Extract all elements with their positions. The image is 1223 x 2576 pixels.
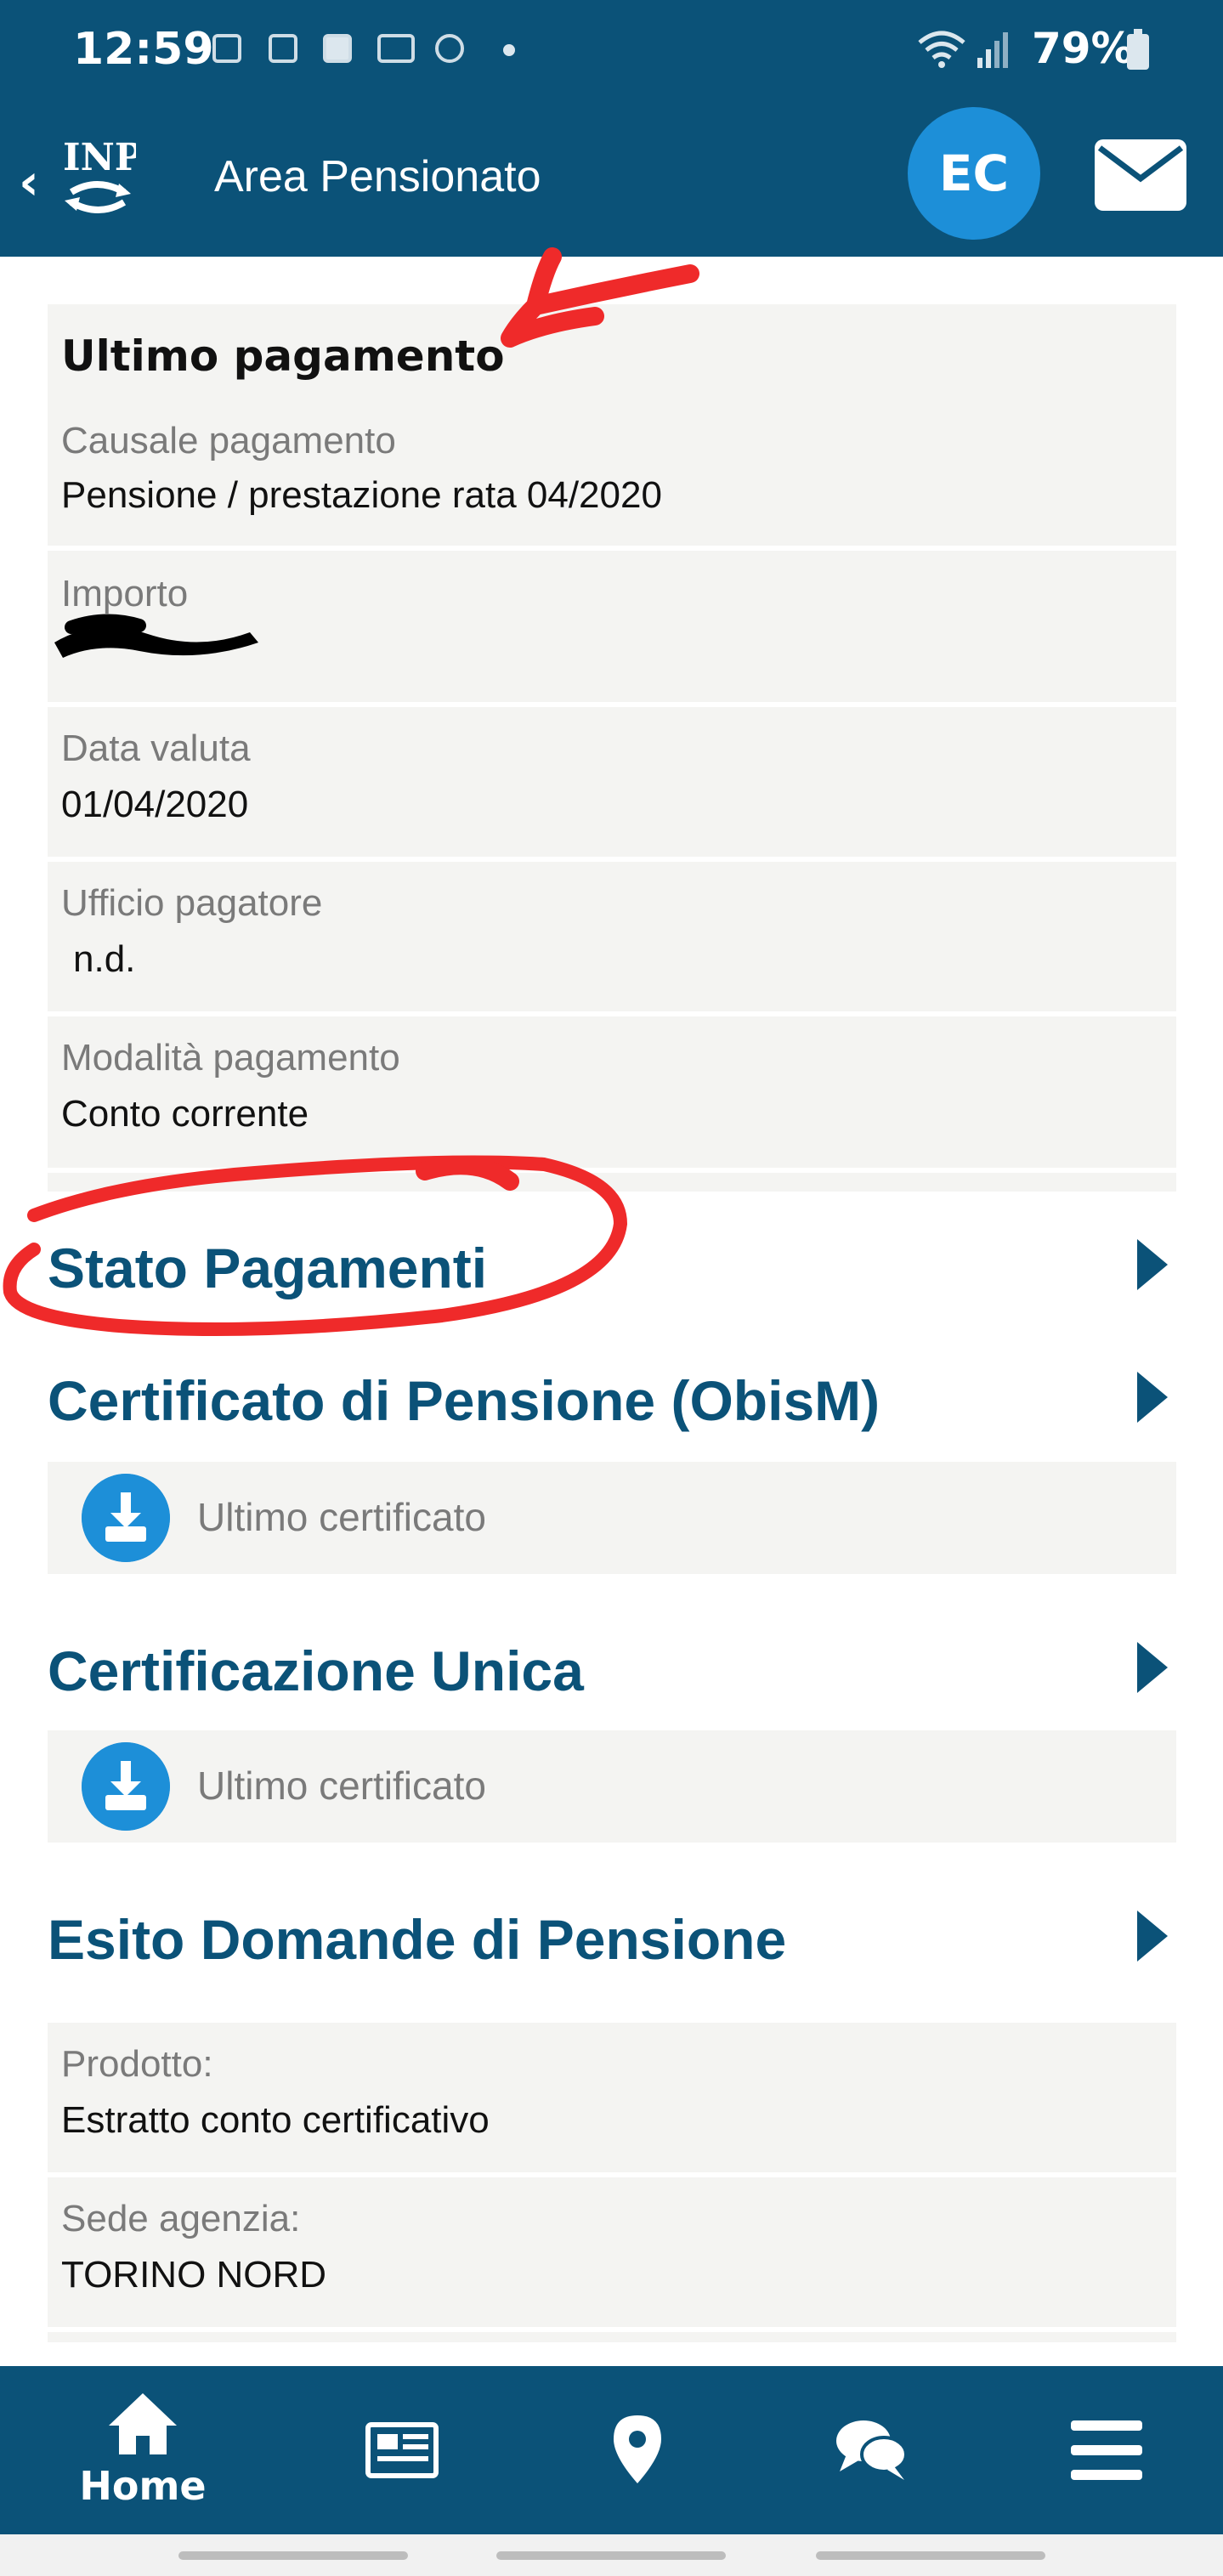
- home-icon: [109, 2393, 177, 2454]
- field-prodotto: Prodotto: Estratto conto certificativo: [48, 2023, 1176, 2172]
- section-title: Stato Pagamenti: [48, 1237, 488, 1299]
- section-esito-domande[interactable]: Esito Domande di Pensione: [48, 1887, 1176, 1989]
- mail-icon[interactable]: [1095, 139, 1186, 211]
- field-data-valuta: Data valuta 01/04/2020: [48, 707, 1176, 857]
- field-modalita: Modalità pagamento Conto corrente: [48, 1016, 1176, 1168]
- caret-right-icon[interactable]: [1137, 1372, 1168, 1423]
- chevron-left-icon[interactable]: ‹: [19, 153, 39, 211]
- redaction-scribble: [54, 614, 258, 658]
- download-ultimo-certificato-cu[interactable]: Ultimo certificato: [48, 1730, 1176, 1843]
- card-footer: [48, 2332, 1176, 2342]
- caret-right-icon[interactable]: [1137, 1642, 1168, 1693]
- status-time: 12:59: [73, 24, 214, 75]
- app-bar: ‹ INPS Area Pensionato EC: [0, 102, 1223, 257]
- page-title: Area Pensionato: [214, 152, 541, 201]
- gesture-handle[interactable]: [178, 2551, 408, 2560]
- inps-logo[interactable]: INPS: [59, 121, 136, 224]
- chat-icon: [836, 2420, 908, 2480]
- field-label: Sede agenzia:: [61, 2198, 301, 2239]
- top-bar: 12:59 79% ‹ INPS Area Pensi: [0, 0, 1223, 257]
- section-certificazione-unica[interactable]: Certificazione Unica: [48, 1618, 1176, 1720]
- menu-icon: [1071, 2420, 1142, 2480]
- section-title: Esito Domande di Pensione: [48, 1908, 787, 1971]
- section-stato-pagamenti[interactable]: Stato Pagamenti: [48, 1215, 1176, 1317]
- missed-call-icon: [435, 34, 464, 63]
- field-value: 01/04/2020: [61, 784, 249, 825]
- last-payment-title: Ultimo pagamento: [61, 331, 505, 381]
- gesture-bar: [0, 2534, 1223, 2576]
- inps-logo-text: INPS: [63, 136, 136, 179]
- status-bar: 12:59 79%: [0, 0, 1223, 102]
- field-value: TORINO NORD: [61, 2254, 327, 2296]
- location-pin-icon: [614, 2415, 661, 2483]
- battery-icon: [1127, 29, 1149, 70]
- field-value: Pensione / prestazione rata 04/2020: [61, 474, 662, 516]
- field-label: Data valuta: [61, 728, 251, 769]
- nav-home[interactable]: Home: [58, 2366, 228, 2534]
- signal-icon: [977, 32, 1008, 68]
- nav-label: Home: [79, 2463, 207, 2509]
- download-icon[interactable]: [82, 1474, 170, 1562]
- nav-chat[interactable]: [785, 2366, 955, 2534]
- download-ultimo-certificato-obism[interactable]: Ultimo certificato: [48, 1462, 1176, 1574]
- caret-right-icon[interactable]: [1137, 1911, 1168, 1962]
- avatar-initials: EC: [938, 144, 1010, 202]
- field-label: Modalità pagamento: [61, 1037, 400, 1079]
- field-value: n.d.: [73, 938, 136, 980]
- wifi-icon: [918, 31, 965, 68]
- section-title: Certificato di Pensione (ObisM): [48, 1369, 880, 1432]
- field-label: Ufficio pagatore: [61, 882, 323, 924]
- nav-location[interactable]: [552, 2366, 722, 2534]
- more-notifications-dot: [503, 44, 515, 56]
- field-value: Conto corrente: [61, 1093, 309, 1135]
- avatar[interactable]: EC: [908, 107, 1040, 240]
- download-icon[interactable]: [82, 1742, 170, 1831]
- field-sede-agenzia: Sede agenzia: TORINO NORD: [48, 2177, 1176, 2327]
- card-footer: [48, 1173, 1176, 1192]
- field-causale: Causale pagamento Pensione / prestazione…: [48, 403, 1176, 546]
- download-label: Ultimo certificato: [197, 1764, 486, 1808]
- section-certificato-pensione[interactable]: Certificato di Pensione (ObisM): [48, 1348, 1176, 1450]
- field-ufficio: Ufficio pagatore n.d.: [48, 862, 1176, 1011]
- notification-icon: [269, 34, 297, 63]
- notification-icon: [212, 34, 241, 63]
- gesture-handle[interactable]: [496, 2551, 726, 2560]
- field-label: Causale pagamento: [61, 420, 396, 461]
- app-notification-icon: [323, 34, 352, 63]
- news-icon: [365, 2422, 439, 2478]
- field-label: Prodotto:: [61, 2043, 213, 2085]
- section-title: Certificazione Unica: [48, 1639, 584, 1702]
- caret-right-icon[interactable]: [1137, 1239, 1168, 1290]
- nav-news[interactable]: [316, 2366, 486, 2534]
- field-importo: Importo: [48, 551, 1176, 702]
- bottom-navigation: Home: [0, 2366, 1223, 2534]
- news-notification-icon: [377, 34, 415, 63]
- nav-menu[interactable]: [1022, 2366, 1192, 2534]
- battery-percentage: 79%: [1032, 24, 1134, 73]
- field-value: Estratto conto certificativo: [61, 2099, 490, 2141]
- gesture-handle[interactable]: [816, 2551, 1045, 2560]
- download-label: Ultimo certificato: [197, 1495, 486, 1539]
